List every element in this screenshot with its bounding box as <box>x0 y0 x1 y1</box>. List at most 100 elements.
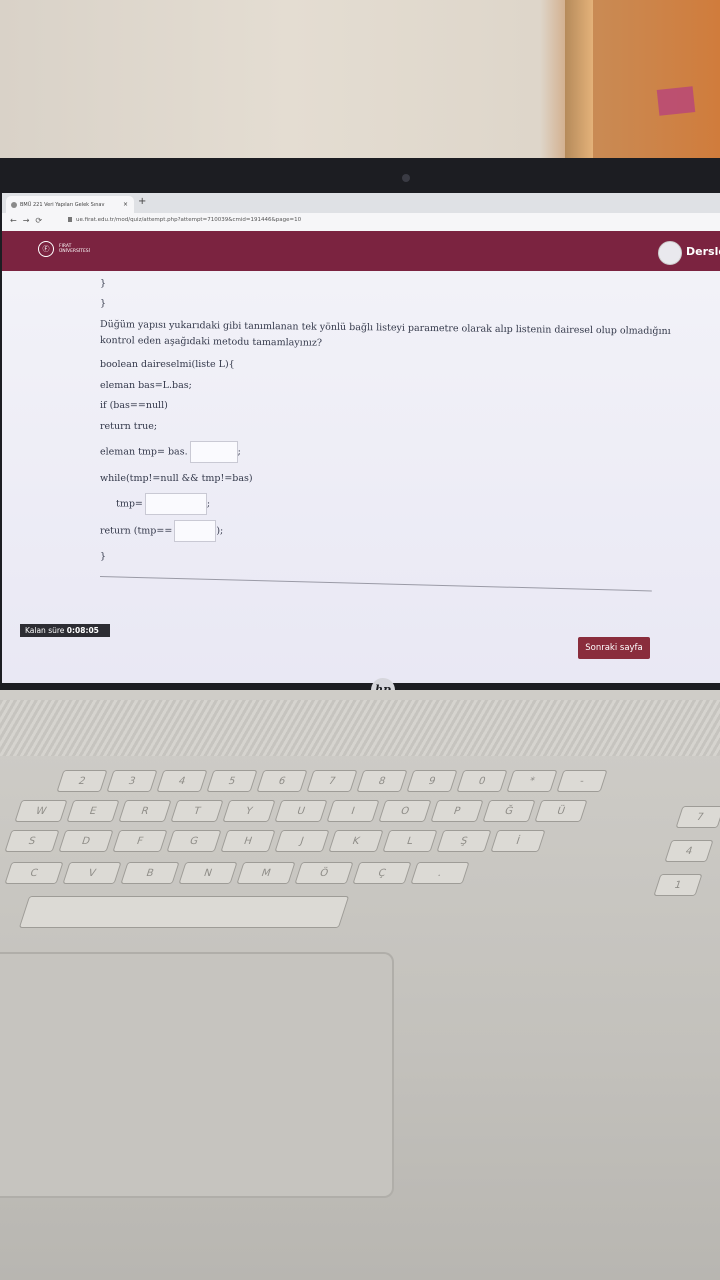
key-row-qwerty: WERTYUIOPĞÜ <box>14 800 588 822</box>
key-5[interactable]: 5 <box>206 770 258 792</box>
key-2[interactable]: 2 <box>56 770 108 792</box>
key-7[interactable]: 7 <box>675 806 720 828</box>
key-4[interactable]: 4 <box>156 770 208 792</box>
answer-blank-2[interactable] <box>144 493 207 515</box>
key-.[interactable]: . <box>410 862 470 884</box>
answer-blank-1[interactable] <box>189 441 238 463</box>
code-brace: } <box>100 298 107 309</box>
key-g[interactable]: G <box>166 830 222 852</box>
trackpad[interactable] <box>0 952 394 1198</box>
key-row-space <box>18 896 350 928</box>
key-m[interactable]: M <box>236 862 296 884</box>
key--[interactable]: - <box>556 770 608 792</box>
key-v[interactable]: V <box>62 862 122 884</box>
key-r[interactable]: R <box>118 800 172 822</box>
key-ç[interactable]: Ç <box>352 862 412 884</box>
keyboard-deck: 2 3 4 5 6 7 8 9 0 * - WERTYUIOPĞÜ SDFGHJKLŞİ CVBNM… <box>0 690 720 1280</box>
code-line-blank3: return (tmp==); <box>100 520 223 542</box>
key-1[interactable]: 1 <box>653 874 703 896</box>
code-line-blank2: tmp=; <box>116 493 210 515</box>
numpad-keys: 7 4 1 <box>653 806 720 896</box>
code-line: while(tmp!=null && tmp!=bas) <box>100 473 253 484</box>
key-0[interactable]: 0 <box>456 770 508 792</box>
space-key[interactable] <box>18 896 350 928</box>
key-3[interactable]: 3 <box>106 770 158 792</box>
laptop-screen: BMÜ 221 Veri Yapıları Gelek Sınav × + ←→… <box>2 193 720 683</box>
code-paren: ); <box>216 525 224 537</box>
key-row-numbers: 2 3 4 5 6 7 8 9 0 * - <box>56 770 608 792</box>
key-t[interactable]: T <box>170 800 224 822</box>
next-page-button[interactable]: Sonraki sayfa <box>578 637 650 659</box>
key-w[interactable]: W <box>14 800 68 822</box>
key-j[interactable]: J <box>274 830 330 852</box>
logo-mark-icon: Ⓕ <box>38 241 54 257</box>
url-text: ue.firat.edu.tr/mod/quiz/attempt.php?att… <box>76 217 302 223</box>
key-o[interactable]: O <box>378 800 432 822</box>
key-h[interactable]: H <box>220 830 276 852</box>
key-row-bottom: CVBNMÖÇ. <box>4 862 470 884</box>
favicon-icon <box>11 201 17 208</box>
key-*[interactable]: * <box>506 770 558 792</box>
key-u[interactable]: U <box>274 800 328 822</box>
key-d[interactable]: D <box>58 830 114 852</box>
logo-text: FIRAT ÜNİVERSİTESİ <box>59 244 90 254</box>
key-ğ[interactable]: Ğ <box>482 800 536 822</box>
key-ü[interactable]: Ü <box>534 800 588 822</box>
room-wall <box>0 0 720 170</box>
code-brace: } <box>100 551 107 562</box>
code-text: tmp= <box>116 498 143 510</box>
key-ö[interactable]: Ö <box>294 862 354 884</box>
quiz-timer: Kalan süre 0:08:05 <box>20 624 110 637</box>
code-line-blank1: eleman tmp= bas.; <box>100 441 241 463</box>
key-9[interactable]: 9 <box>406 770 458 792</box>
user-avatar[interactable] <box>658 241 682 265</box>
key-7[interactable]: 7 <box>306 770 358 792</box>
wall-sticker <box>656 86 696 116</box>
new-tab-button[interactable]: + <box>138 196 146 207</box>
key-ş[interactable]: Ş <box>436 830 492 852</box>
code-brace: } <box>100 278 107 289</box>
key-4[interactable]: 4 <box>664 840 714 862</box>
url-field[interactable]: ue.firat.edu.tr/mod/quiz/attempt.php?att… <box>68 217 301 223</box>
answer-blank-3[interactable] <box>174 520 217 542</box>
key-i̇[interactable]: İ <box>490 830 546 852</box>
quiz-content: } } Düğüm yapısı yukarıdaki gibi tanımla… <box>2 271 720 683</box>
nav-dersler-link[interactable]: Dersler <box>686 245 720 258</box>
key-c[interactable]: C <box>4 862 64 884</box>
key-l[interactable]: L <box>382 830 438 852</box>
key-n[interactable]: N <box>178 862 238 884</box>
navigation-buttons[interactable]: ←→⟳ <box>10 216 48 225</box>
question-text-line1: Düğüm yapısı yukarıdaki gibi tanımlanan … <box>99 319 671 337</box>
key-i[interactable]: I <box>326 800 380 822</box>
key-8[interactable]: 8 <box>356 770 408 792</box>
key-s[interactable]: S <box>4 830 60 852</box>
webcam <box>402 174 410 182</box>
lock-icon <box>68 217 72 222</box>
university-logo[interactable]: Ⓕ FIRAT ÜNİVERSİTESİ <box>38 241 99 257</box>
code-text: return (tmp== <box>100 525 173 537</box>
key-p[interactable]: P <box>430 800 484 822</box>
key-y[interactable]: Y <box>222 800 276 822</box>
speaker-grille <box>0 700 720 756</box>
code-line: boolean daireselmi(liste L){ <box>100 359 235 370</box>
key-e[interactable]: E <box>66 800 120 822</box>
close-tab-icon[interactable]: × <box>123 201 128 208</box>
key-b[interactable]: B <box>120 862 180 884</box>
code-semicolon: ; <box>206 498 211 510</box>
code-semicolon: ; <box>237 446 241 458</box>
site-header: Ⓕ FIRAT ÜNİVERSİTESİ Dersler <box>2 231 720 271</box>
code-text: eleman tmp= bas. <box>100 446 188 458</box>
timer-label: Kalan süre <box>25 626 65 635</box>
key-f[interactable]: F <box>112 830 168 852</box>
key-k[interactable]: K <box>328 830 384 852</box>
door-frame <box>565 0 593 165</box>
browser-tab[interactable]: BMÜ 221 Veri Yapıları Gelek Sınav × <box>6 196 134 213</box>
address-bar: ←→⟳ ue.firat.edu.tr/mod/quiz/attempt.php… <box>2 213 720 232</box>
tab-title: BMÜ 221 Veri Yapıları Gelek Sınav <box>20 201 105 208</box>
timer-value: 0:08:05 <box>66 626 99 635</box>
code-line: if (bas==null) <box>100 400 168 411</box>
question-text-line2: kontrol eden aşağıdaki metodu tamamlayın… <box>99 335 323 349</box>
key-6[interactable]: 6 <box>256 770 308 792</box>
browser-tabbar: BMÜ 221 Veri Yapıları Gelek Sınav × + <box>2 193 720 213</box>
key-row-home: SDFGHJKLŞİ <box>4 830 546 852</box>
